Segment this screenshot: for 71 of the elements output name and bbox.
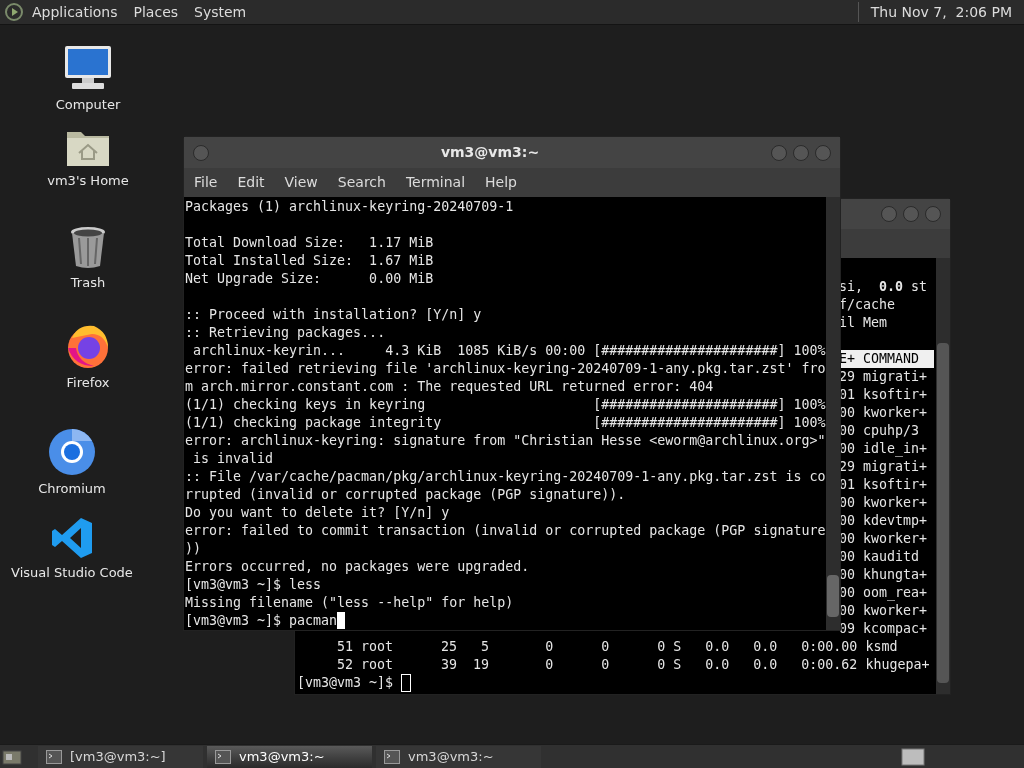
window-menu-button[interactable] xyxy=(192,143,210,162)
terminal-line: Do you want to delete it? [Y/n] y xyxy=(185,504,450,522)
menu-item[interactable]: System xyxy=(194,1,247,23)
terminal-line: 51 root 25 5 0 0 0 S 0.0 0.0 0:00.00 ksmd xyxy=(336,638,898,656)
code-editor-icon[interactable] xyxy=(50,516,94,560)
terminal-line: is invalid xyxy=(192,450,274,468)
close-button[interactable] xyxy=(924,205,942,223)
menu-item[interactable]: Search xyxy=(329,172,394,193)
taskbar-button[interactable]: vm3@vm3:~ xyxy=(207,745,372,768)
terminal-cursor xyxy=(401,674,412,692)
scroll-thumb[interactable] xyxy=(937,343,949,683)
monitor-icon[interactable] xyxy=(62,44,114,92)
window-title: vm3@vm3:~ xyxy=(440,143,540,162)
terminal-icon xyxy=(215,749,231,764)
terminal-icon xyxy=(384,749,400,764)
menu-item[interactable]: Terminal xyxy=(397,172,474,193)
icon-label[interactable]: vm3's Home xyxy=(47,171,129,191)
menu-item[interactable]: Help xyxy=(477,172,525,193)
app-menu-icon[interactable] xyxy=(4,2,24,22)
menu-item[interactable]: File xyxy=(186,172,226,193)
menu-item[interactable]: View xyxy=(276,172,326,193)
taskbar-button[interactable]: [vm3@vm3:~] xyxy=(38,745,203,768)
icon-label[interactable]: Computer xyxy=(55,95,121,115)
prompt-line: [vm3@vm3 ~]$ xyxy=(297,674,395,692)
icon-label[interactable]: Firefox xyxy=(66,373,110,393)
terminal-line: si, 0.0 st xyxy=(838,278,928,296)
terminal-line: )) xyxy=(185,540,201,558)
scrollbar[interactable] xyxy=(826,197,840,630)
trash-can-icon[interactable] xyxy=(69,226,107,270)
terminal-line: :: Retrieving packages... xyxy=(185,324,386,342)
terminal-line: [vm3@vm3 ~]$ less xyxy=(185,576,322,594)
terminal-line: Packages (1) archlinux-keyring-20240709-1 xyxy=(185,198,514,216)
terminal-cursor xyxy=(337,612,346,629)
terminal-line: Total Installed Size: 1.67 MiB xyxy=(185,252,434,270)
close-button[interactable] xyxy=(814,143,832,162)
icon-label[interactable]: Trash xyxy=(70,273,106,293)
taskbar-button[interactable]: vm3@vm3:~ xyxy=(376,745,541,768)
terminal-line: (1/1) checking package integrity [######################] 100% xyxy=(185,414,826,432)
icon-label[interactable]: Visual Studio Code xyxy=(11,563,133,583)
terminal-line: :: Proceed with installation? [Y/n] y xyxy=(185,306,482,324)
terminal-line: error: failed retrieving file 'archlinux-keyring-20240709-1-any.pkg.tar.zst' fro xyxy=(185,360,826,378)
terminal-line: Total Download Size: 1.17 MiB xyxy=(185,234,434,252)
prompt-line: [vm3@vm3 ~]$ pacman xyxy=(185,612,338,630)
minimize-button[interactable] xyxy=(880,205,898,223)
minimize-button[interactable] xyxy=(770,143,788,162)
terminal-line: :: File /var/cache/pacman/pkg/archlinux-keyring-20240709-1-any.pkg.tar.zst is co xyxy=(185,468,826,486)
terminal-line: rrupted (invalid or corrupted package (PGP signature)). xyxy=(185,486,626,504)
terminal-line: Errors occurred, no packages were upgraded. xyxy=(185,558,530,576)
menu-item[interactable]: Edit xyxy=(229,172,273,193)
terminal-line: error: archlinux-keyring: signature from "Christian Hesse <eworm@archlinux.org>" xyxy=(185,432,826,450)
terminal-line: Net Upgrade Size: 0.00 MiB xyxy=(185,270,434,288)
terminal-line: 52 root 39 19 0 0 0 S 0.0 0.0 0:00.62 khugepa+ xyxy=(336,656,930,674)
maximize-button[interactable] xyxy=(902,205,920,223)
icon-label[interactable]: Chromium xyxy=(38,479,106,499)
terminal-line: Missing filename ("less --help" for help) xyxy=(185,594,514,612)
menu-item[interactable]: Applications xyxy=(32,1,118,23)
workspace-switcher-icon[interactable] xyxy=(900,746,926,767)
terminal-line: f/cache xyxy=(838,296,896,314)
maximize-button[interactable] xyxy=(792,143,810,162)
menu-item[interactable]: Places xyxy=(133,1,179,23)
show-desktop-icon[interactable] xyxy=(2,747,22,766)
terminal-line: (1/1) checking keys in keyring [######################] 100% xyxy=(185,396,826,414)
chromium-icon[interactable] xyxy=(48,428,96,476)
terminal-line: m arch.mirror.constant.com : The requested URL returned error: 404 xyxy=(185,378,714,396)
scroll-thumb[interactable] xyxy=(827,575,839,617)
clock[interactable]: Thu Nov 7, 2:06 PM xyxy=(870,1,1020,23)
terminal-icon xyxy=(46,749,62,764)
terminal-line: il Mem xyxy=(838,314,888,332)
terminal-line: error: failed to commit transaction (invalid or corrupted package (PGP signature xyxy=(185,522,826,540)
terminal-line: archlinux-keyrin... 4.3 KiB 1085 KiB/s 00:00 [######################] 100% xyxy=(192,342,826,360)
scrollbar[interactable] xyxy=(936,258,950,694)
